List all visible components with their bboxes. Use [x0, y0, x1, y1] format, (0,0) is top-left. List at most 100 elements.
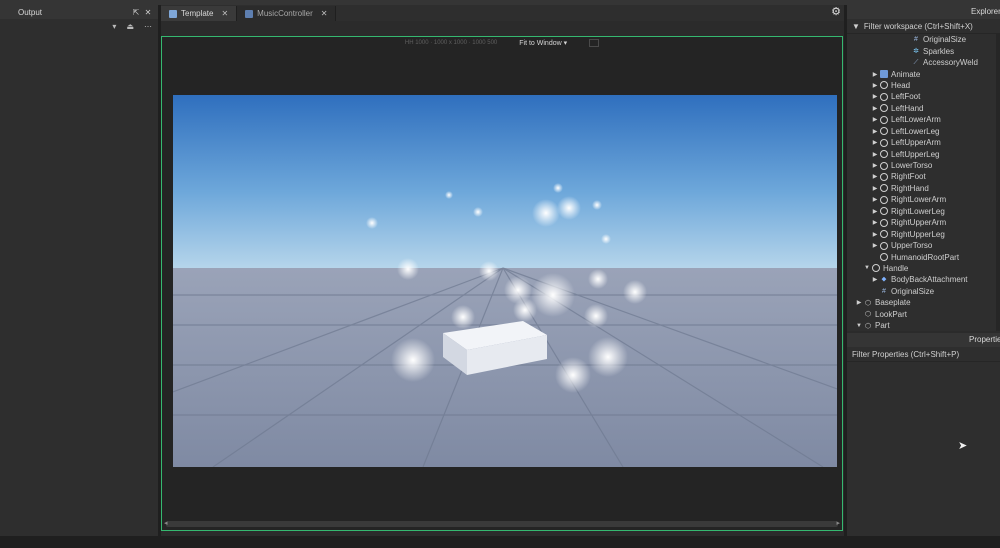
tree-item[interactable]: ▶ RightUpperLeg — [847, 228, 1000, 239]
tree-item[interactable]: # OriginalSize — [847, 34, 1000, 45]
tab-label: MusicController — [257, 9, 313, 18]
chevron-down-icon[interactable]: ▼ — [855, 323, 863, 329]
tab-musiccontroller[interactable]: MusicController ✕ — [237, 6, 337, 21]
clear-output-icon[interactable]: ⏏ — [126, 22, 134, 31]
more-icon[interactable]: ⋯ — [144, 22, 152, 31]
chevron-right-icon[interactable]: ▶ — [871, 242, 879, 249]
filter-icon: ▼ — [852, 21, 860, 31]
tree-item[interactable]: ▶ RightLowerLeg — [847, 206, 1000, 217]
chevron-right-icon[interactable]: ▶ — [871, 93, 879, 100]
tab-template[interactable]: Template ✕ — [161, 6, 238, 21]
tree-item-label: LeftUpperLeg — [891, 149, 940, 159]
viewport-toolbar: HH 1000 · 1000 x 1000 · 1000 500 Fit to … — [162, 37, 842, 49]
tree-item[interactable]: # OriginalSize — [847, 286, 1000, 297]
tree-item[interactable]: ✲ Sparkles — [847, 45, 1000, 56]
tree-item[interactable]: ⟋ AccessoryWeld — [847, 57, 1000, 68]
scene-render[interactable] — [173, 95, 837, 467]
tree-item[interactable]: ▶ LowerTorso — [847, 160, 1000, 171]
chevron-right-icon[interactable]: ▶ — [871, 105, 879, 112]
chevron-down-icon[interactable]: ▾ — [112, 22, 116, 31]
scroll-right-icon[interactable]: ▸ — [836, 519, 840, 527]
sky — [173, 95, 837, 270]
chevron-right-icon[interactable]: ▶ — [871, 185, 879, 192]
chevron-right-icon[interactable]: ▶ — [871, 82, 879, 89]
tree-item[interactable]: ▶ LeftLowerLeg — [847, 126, 1000, 137]
chevron-down-icon: ▾ — [563, 40, 568, 47]
tree-item[interactable]: ▶ LeftUpperLeg — [847, 148, 1000, 159]
part-icon — [880, 161, 888, 170]
properties-title: Properties — [969, 335, 1000, 344]
part-icon — [880, 195, 888, 204]
tree-item[interactable]: ▶ RightHand — [847, 183, 1000, 194]
game-viewport[interactable]: HH 1000 · 1000 x 1000 · 1000 500 Fit to … — [161, 36, 843, 531]
properties-filter-input[interactable]: Filter Properties (Ctrl+Shift+P) — [847, 347, 1000, 362]
tree-item-label: RightLowerLeg — [891, 206, 945, 216]
close-icon[interactable]: ✕ — [221, 9, 228, 18]
tree-item[interactable]: ▼ Handle — [847, 263, 1000, 274]
chevron-right-icon[interactable]: ▶ — [855, 299, 863, 306]
popout-icon[interactable]: ⇱ — [130, 8, 142, 17]
tree-item-label: RightLowerArm — [891, 195, 947, 205]
tree-item[interactable]: ▼ ⬡ Part — [847, 320, 1000, 331]
output-panel: Output ⇱ ✕ ▾ ⏏ ⋯ — [0, 5, 158, 536]
output-title: Output — [18, 7, 43, 17]
chevron-right-icon[interactable]: ▶ — [871, 219, 879, 226]
vertical-scrollbar[interactable] — [996, 33, 1000, 331]
tree-item-label: Baseplate — [875, 298, 911, 308]
orientation-icon[interactable] — [589, 39, 600, 47]
tree-item[interactable]: ▶ RightLowerArm — [847, 194, 1000, 205]
part-icon — [880, 81, 888, 90]
chevron-right-icon[interactable]: ▶ — [871, 231, 879, 238]
chevron-right-icon[interactable]: ▶ — [871, 71, 879, 78]
part-icon — [880, 172, 888, 181]
part-icon — [880, 241, 888, 250]
gear-icon[interactable]: ⚙ — [830, 6, 842, 18]
tree-item[interactable]: HumanoidRootPart — [847, 251, 1000, 262]
fit-to-window-dropdown[interactable]: Fit to Window ▾ — [519, 39, 567, 47]
chevron-right-icon[interactable]: ▶ — [871, 151, 879, 158]
value-icon: # — [914, 36, 918, 44]
filter-placeholder: Filter Properties (Ctrl+Shift+P) — [852, 349, 960, 359]
chevron-right-icon[interactable]: ▶ — [871, 208, 879, 215]
tree-item[interactable]: ▶ Head — [847, 80, 1000, 91]
chevron-right-icon[interactable]: ▶ — [871, 128, 879, 135]
chevron-right-icon[interactable]: ▶ — [871, 196, 879, 203]
part-icon — [880, 127, 888, 136]
explorer-panel: Explorer ▼ Filter workspace (Ctrl+Shift+… — [847, 5, 1000, 331]
tree-item[interactable]: ▶ LeftFoot — [847, 91, 1000, 102]
chevron-right-icon[interactable]: ▶ — [871, 139, 879, 146]
output-toolbar: ▾ ⏏ ⋯ — [0, 19, 158, 33]
mouse-cursor-icon: ➤ — [958, 440, 968, 452]
tree-item[interactable]: ▶ RightFoot — [847, 171, 1000, 182]
value-icon: # — [882, 287, 886, 295]
tree-item[interactable]: ▶ LeftLowerArm — [847, 114, 1000, 125]
part-icon — [880, 138, 888, 147]
horizontal-scrollbar[interactable]: ◂ ▸ — [164, 519, 840, 527]
close-icon[interactable]: ✕ — [321, 9, 328, 18]
tree-item-label: LeftLowerLeg — [891, 126, 940, 136]
tree-item[interactable]: ▶ UpperTorso — [847, 240, 1000, 251]
tree-item[interactable]: ▶ RightUpperArm — [847, 217, 1000, 228]
attachment-icon: ⬥ — [881, 275, 887, 283]
document-tabs: Template ✕ MusicController ✕ — [161, 5, 847, 21]
chevron-right-icon[interactable]: ▶ — [871, 116, 879, 123]
fit-label: Fit to Window — [519, 40, 562, 47]
chevron-right-icon[interactable]: ▶ — [871, 173, 879, 180]
chevron-down-icon[interactable]: ▼ — [863, 265, 871, 271]
tree-item[interactable]: ▶ ⬡ Baseplate — [847, 297, 1000, 308]
properties-header: Properties — [847, 333, 1000, 347]
tree-item[interactable]: ▶ LeftUpperArm — [847, 137, 1000, 148]
explorer-filter-input[interactable]: ▼ Filter workspace (Ctrl+Shift+X) — [847, 19, 1000, 34]
tree-item[interactable]: ⬡ LookPart — [847, 309, 1000, 320]
chevron-right-icon[interactable]: ▶ — [871, 162, 879, 169]
model-icon: ⬡ — [864, 299, 872, 307]
chevron-right-icon[interactable]: ▶ — [871, 276, 879, 283]
tree-item-label: Animate — [891, 69, 921, 79]
close-icon[interactable]: ✕ — [142, 8, 154, 17]
tree-item[interactable]: ▶ ⬥ BodyBackAttachment — [847, 274, 1000, 285]
part-icon — [880, 253, 888, 262]
tree-item[interactable]: ▶ LeftHand — [847, 103, 1000, 114]
tree-item[interactable]: ▶ Animate — [847, 68, 1000, 79]
scroll-left-icon[interactable]: ◂ — [164, 519, 168, 527]
tree-item-label: OriginalSize — [891, 286, 935, 296]
